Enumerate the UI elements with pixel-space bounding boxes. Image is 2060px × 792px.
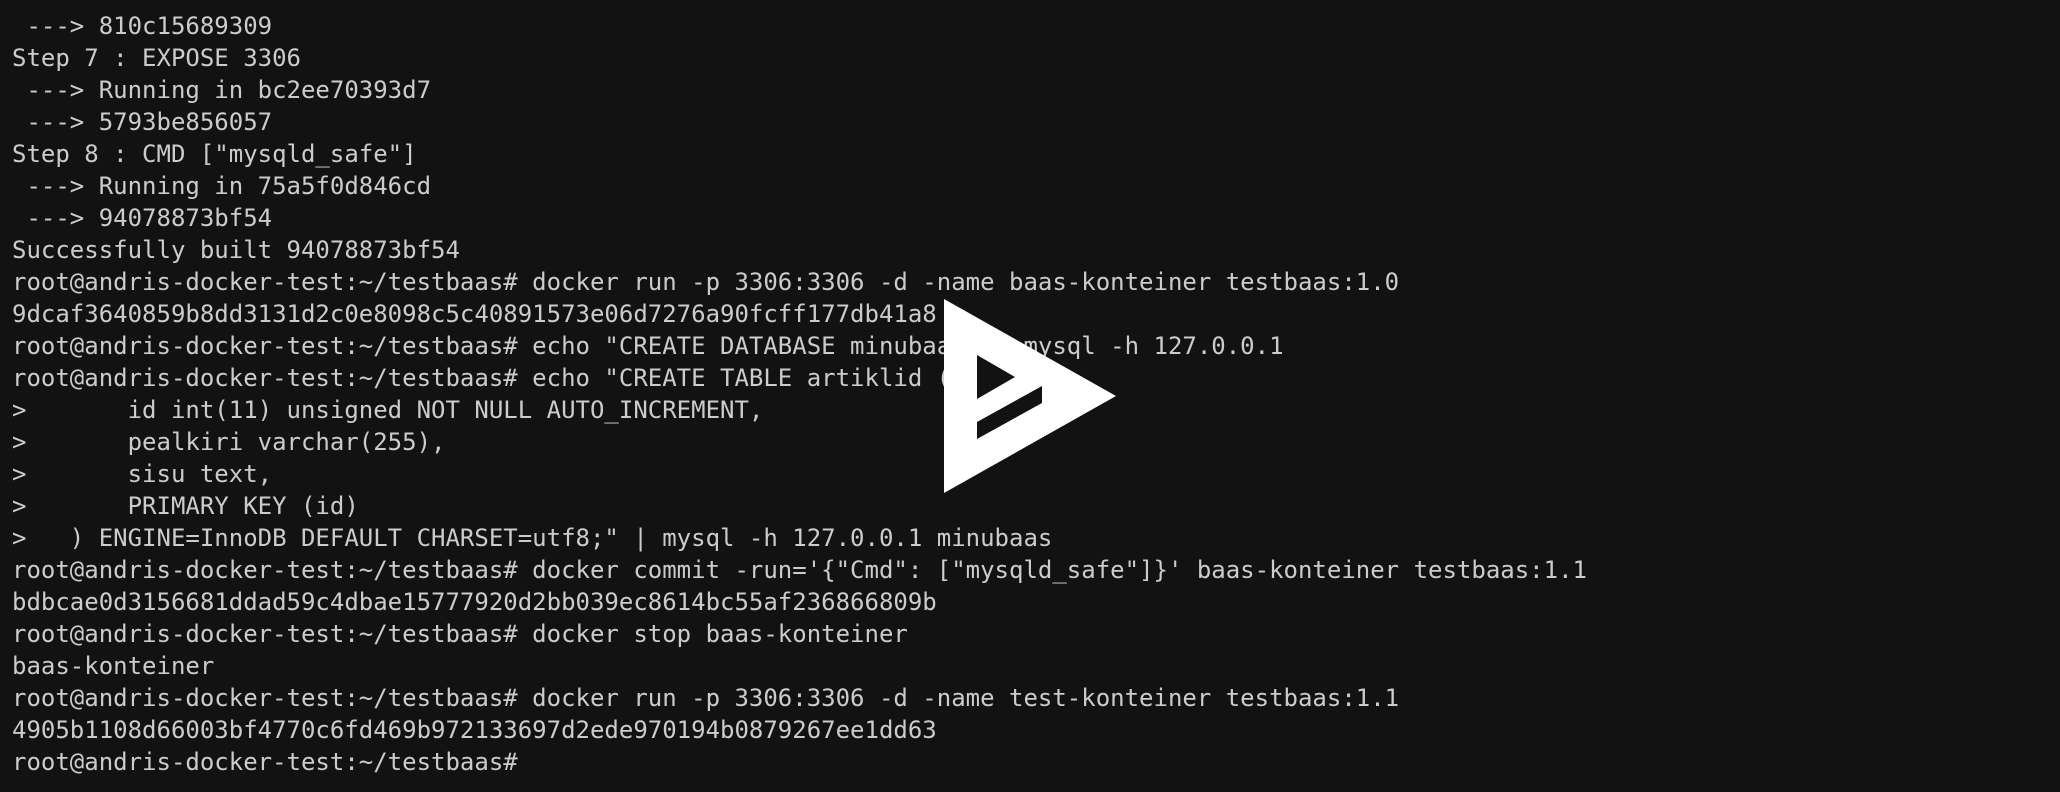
terminal-line: baas-konteiner — [12, 652, 215, 680]
terminal-line: ---> 94078873bf54 — [12, 204, 273, 232]
terminal-line: > ) ENGINE=InnoDB DEFAULT CHARSET=utf8;"… — [12, 524, 1053, 552]
terminal-line: root@andris-docker-test:~/testbaas# dock… — [12, 684, 1400, 712]
terminal-line: root@andris-docker-test:~/testbaas# dock… — [12, 620, 908, 648]
terminal-line: Successfully built 94078873bf54 — [12, 236, 460, 264]
terminal-line: Step 7 : EXPOSE 3306 — [12, 44, 301, 72]
terminal-line: ---> Running in bc2ee70393d7 — [12, 76, 432, 104]
terminal-line: 4905b1108d66003bf4770c6fd469b972133697d2… — [12, 716, 937, 744]
terminal-line: ---> Running in 75a5f0d846cd — [12, 172, 432, 200]
terminal-line: ---> 5793be856057 — [12, 108, 273, 136]
terminal-line: Step 8 : CMD ["mysqld_safe"] — [12, 140, 417, 168]
terminal-line: > PRIMARY KEY (id) — [12, 492, 359, 520]
asciinema-play-icon — [944, 299, 1116, 493]
terminal-line: ---> 810c15689309 — [12, 12, 273, 40]
terminal-line: root@andris-docker-test:~/testbaas# dock… — [12, 556, 1587, 584]
terminal-line: root@andris-docker-test:~/testbaas# — [12, 748, 518, 776]
terminal-line: bdbcae0d3156681ddad59c4dbae15777920d2bb0… — [12, 588, 937, 616]
terminal-line: root@andris-docker-test:~/testbaas# dock… — [12, 268, 1400, 296]
play-button[interactable] — [944, 299, 1116, 493]
